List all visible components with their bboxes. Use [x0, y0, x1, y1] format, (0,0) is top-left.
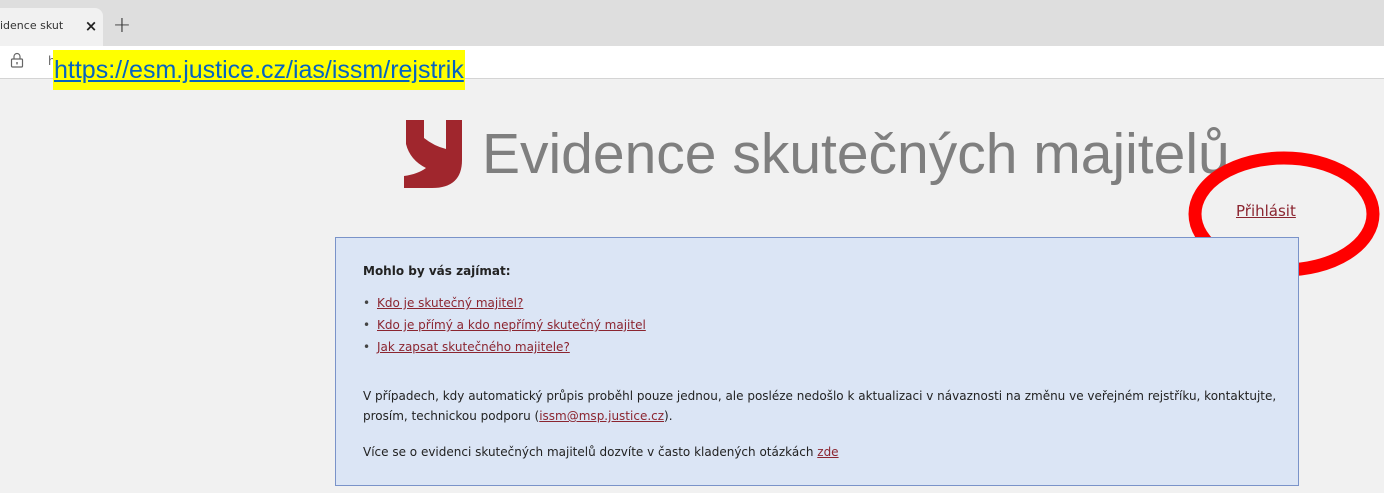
faq-text: Více se o evidenci skutečných majitelů d… — [363, 445, 818, 459]
new-tab-icon[interactable]: + — [111, 15, 133, 38]
support-paragraph: V případech, kdy automatický průpis prob… — [363, 386, 1283, 426]
lock-icon — [10, 52, 24, 68]
support-text-end: ). — [664, 409, 673, 423]
browser-tab[interactable]: idence skut × — [0, 8, 103, 46]
support-text: V případech, kdy automatický průpis prob… — [363, 389, 1277, 423]
list-item: • Jak zapsat skutečného majitele? — [363, 340, 646, 362]
link-who-is-owner[interactable]: Kdo je skutečný majitel? — [377, 296, 523, 310]
link-direct-indirect-owner[interactable]: Kdo je přímý a kdo nepřímý skutečný maji… — [377, 318, 646, 332]
bullet-icon: • — [363, 318, 371, 332]
page-title: Evidence skutečných majitelů — [482, 122, 1230, 186]
bullet-icon: • — [363, 340, 371, 354]
support-email-link[interactable]: issm@msp.justice.cz — [539, 409, 664, 423]
list-item: • Kdo je přímý a kdo nepřímý skutečný maj… — [363, 318, 646, 340]
info-link-list: • Kdo je skutečný majitel? • Kdo je přímý … — [363, 296, 646, 362]
tab-close-icon[interactable]: × — [83, 16, 99, 36]
list-item: • Kdo je skutečný majitel? — [363, 296, 646, 318]
faq-paragraph: Více se o evidenci skutečných majitelů d… — [363, 445, 839, 459]
link-how-to-register[interactable]: Jak zapsat skutečného majitele? — [377, 340, 570, 354]
bullet-icon: • — [363, 296, 371, 310]
tab-title: idence skut — [0, 19, 64, 32]
info-box-heading: Mohlo by vás zajímat: — [363, 264, 511, 278]
url-highlight-annotation: https://esm.justice.cz/ias/issm/rejstrik — [53, 50, 465, 90]
faq-link[interactable]: zde — [817, 445, 838, 459]
browser-tab-strip: idence skut × + — [0, 0, 1384, 46]
logo-icon — [404, 120, 462, 188]
info-box: Mohlo by vás zajímat: • Kdo je skutečný m… — [335, 237, 1299, 486]
